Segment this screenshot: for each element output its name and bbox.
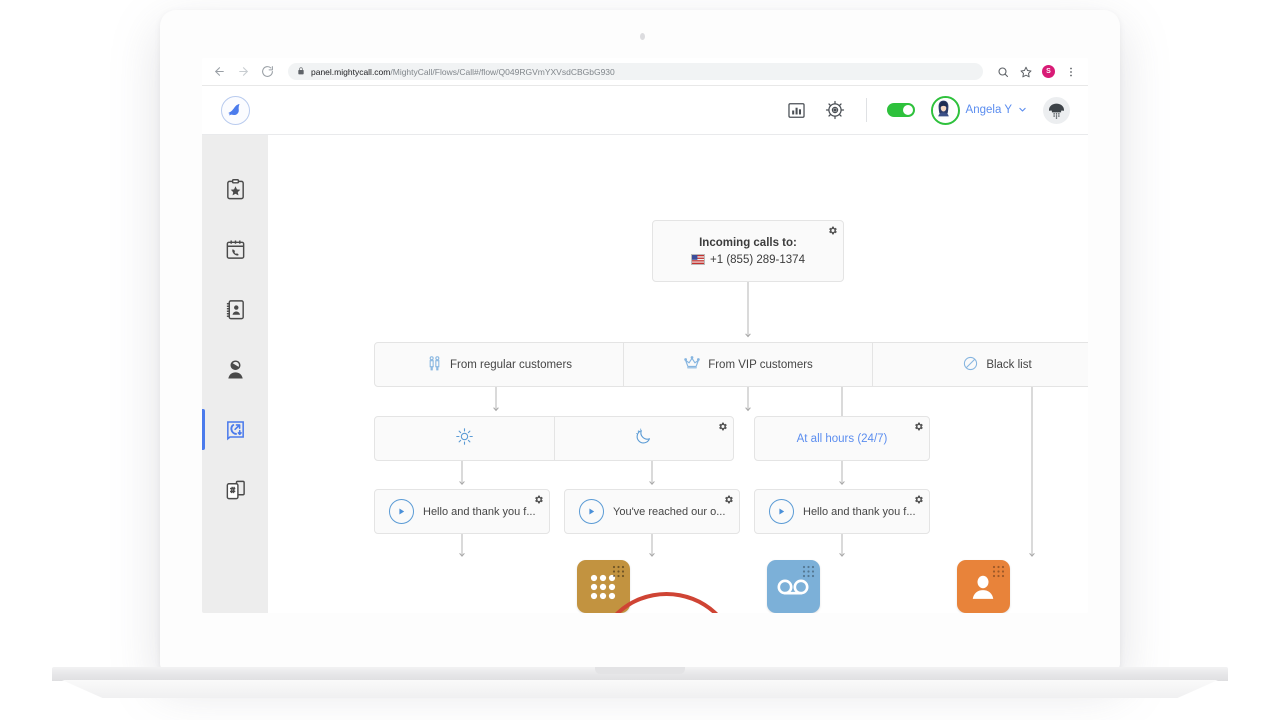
user-name: Angela Y	[965, 104, 1012, 116]
browser-profile-avatar[interactable]: S	[1042, 65, 1055, 78]
branch-label: From VIP customers	[708, 358, 813, 371]
gear-icon[interactable]	[913, 421, 924, 432]
action-node-voice-menu[interactable]: Voice menu i	[543, 560, 663, 613]
sidebar-item-tasks[interactable]	[202, 173, 268, 206]
mightycall-logo[interactable]	[220, 95, 250, 125]
app-header: Angela Y	[202, 86, 1088, 135]
star-icon[interactable]	[1019, 65, 1033, 79]
header-tools: Angela Y	[786, 95, 1088, 125]
lock-icon	[297, 66, 305, 77]
brand-zone	[202, 95, 268, 125]
flow-canvas: Incoming calls to: +1 (855) 289-1374 Fro…	[268, 135, 1088, 613]
drag-handle-dots[interactable]	[612, 565, 625, 578]
action-node-leave-voicemail[interactable]: Leave Voicemail 100 Cris	[733, 560, 853, 613]
two-people-icon	[426, 355, 443, 375]
drag-handle-dots[interactable]	[802, 565, 815, 578]
laptop-webcam	[640, 33, 645, 40]
gear-icon[interactable]	[723, 494, 734, 505]
branch-row: From regular customers From VIP customer…	[374, 342, 1088, 387]
play-icon[interactable]	[389, 499, 414, 524]
leave-voicemail-tile[interactable]	[766, 560, 820, 613]
branch-black-list[interactable]: Black list	[872, 343, 1088, 386]
greeting-node-3[interactable]: Hello and thank you f...	[754, 489, 930, 534]
user-menu[interactable]: Angela Y	[930, 95, 1027, 125]
prohibition-icon	[962, 355, 979, 375]
sidebar-item-agents[interactable]	[202, 353, 268, 386]
branch-vip-customers[interactable]: From VIP customers	[623, 343, 872, 386]
avatar	[930, 95, 960, 125]
branch-regular-customers[interactable]: From regular customers	[375, 343, 623, 386]
incoming-number-row: +1 (855) 289-1374	[691, 254, 805, 266]
all-hours-node[interactable]: At all hours (24/7)	[754, 416, 930, 461]
reload-icon[interactable]	[260, 64, 275, 79]
schedule-day[interactable]	[375, 417, 554, 460]
incoming-number: +1 (855) 289-1374	[710, 253, 805, 266]
schedule-night[interactable]	[553, 417, 734, 460]
laptop-mockup: panel.mightycall.com/MightyCall/Flows/Ca…	[0, 0, 1280, 720]
laptop-base-notch	[595, 667, 685, 674]
laptop-foot	[62, 680, 1218, 698]
sidebar-item-call-flow[interactable]	[202, 409, 268, 450]
us-flag-icon	[691, 254, 706, 265]
play-icon[interactable]	[769, 499, 794, 524]
call-to-user-tile[interactable]	[956, 560, 1010, 613]
three-dot-menu-icon[interactable]	[1064, 65, 1078, 79]
greeting-node-1[interactable]: Hello and thank you f...	[374, 489, 550, 534]
gear-icon[interactable]	[827, 225, 838, 236]
greeting-text: Hello and thank you f...	[423, 505, 536, 518]
back-arrow-icon[interactable]	[212, 64, 227, 79]
action-node-call-to-user[interactable]: Call to user 103 Angela	[923, 560, 1043, 613]
all-hours-label: At all hours (24/7)	[796, 432, 888, 445]
greeting-text: Hello and thank you f...	[803, 505, 916, 518]
sidebar	[202, 135, 268, 613]
phone-dialpad-icon[interactable]	[1043, 96, 1070, 124]
incoming-title: Incoming calls to:	[699, 236, 797, 249]
crown-icon	[683, 354, 701, 375]
sidebar-item-history[interactable]	[202, 233, 268, 266]
greeting-text: You've reached our o...	[613, 505, 726, 518]
mightycall-app: Angela Y Incoming calls to: +1 (855) 289…	[202, 86, 1088, 613]
app-body: Incoming calls to: +1 (855) 289-1374 Fro…	[202, 135, 1088, 613]
sidebar-item-contacts[interactable]	[202, 293, 268, 326]
header-divider	[865, 98, 867, 122]
availability-toggle[interactable]	[886, 103, 915, 117]
incoming-calls-node[interactable]: Incoming calls to: +1 (855) 289-1374	[652, 220, 844, 282]
search-icon[interactable]	[996, 65, 1010, 79]
greeting-node-2[interactable]: You've reached our o...	[564, 489, 740, 534]
browser-window: panel.mightycall.com/MightyCall/Flows/Ca…	[202, 58, 1088, 613]
address-bar[interactable]: panel.mightycall.com/MightyCall/Flows/Ca…	[288, 63, 983, 80]
voice-menu-tile[interactable]	[576, 560, 630, 613]
schedule-row	[374, 416, 734, 461]
moon-icon	[634, 427, 653, 451]
sun-icon	[455, 427, 474, 451]
branch-label: From regular customers	[449, 358, 573, 371]
chevron-down-icon	[1018, 105, 1027, 116]
gear-icon[interactable]	[717, 421, 728, 432]
sidebar-item-numbers[interactable]	[202, 473, 268, 506]
drag-handle-dots[interactable]	[992, 565, 1005, 578]
bar-chart-icon[interactable]	[786, 99, 808, 121]
url-host: panel.mightycall.com	[311, 66, 391, 77]
gear-icon[interactable]	[824, 99, 846, 121]
play-icon[interactable]	[579, 499, 604, 524]
url-path: /MightyCall/Flows/Call#/flow/Q049RGVmYXV…	[390, 66, 615, 77]
browser-toolbar: panel.mightycall.com/MightyCall/Flows/Ca…	[202, 58, 1088, 86]
forward-arrow-icon[interactable]	[236, 64, 251, 79]
gear-icon[interactable]	[533, 494, 544, 505]
branch-label: Black list	[986, 358, 1032, 371]
gear-icon[interactable]	[913, 494, 924, 505]
